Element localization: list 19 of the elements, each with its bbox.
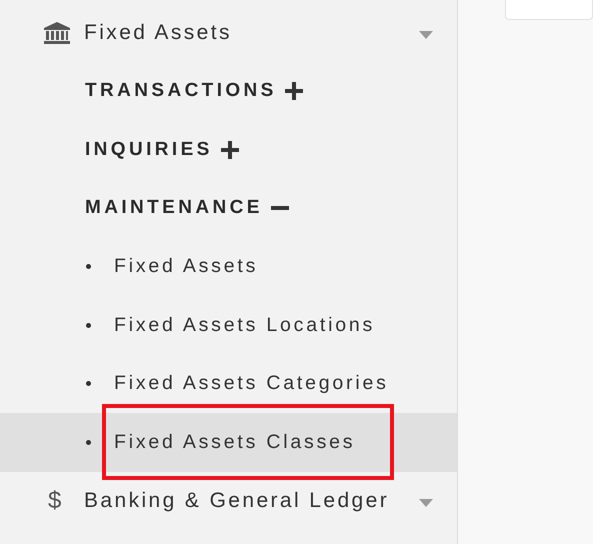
section-toggle[interactable]: MAINTENANCE <box>0 179 457 238</box>
caret-icon <box>419 498 433 506</box>
submenu-link[interactable]: Fixed Assets Categories <box>114 372 389 396</box>
section-toggle[interactable]: INQUIRIES <box>0 120 457 179</box>
menu-item[interactable]: Fixed Assets <box>0 4 457 62</box>
bullet-icon <box>86 440 91 445</box>
plus-icon <box>220 140 239 159</box>
plus-icon <box>284 82 303 100</box>
submenu-link[interactable]: Fixed Assets Locations <box>114 314 376 337</box>
bullet-icon <box>86 381 91 386</box>
bullet-icon <box>86 322 91 328</box>
menu-item[interactable]: $ Banking & General Ledger <box>0 472 457 530</box>
bullet-icon <box>86 264 91 270</box>
section-toggle[interactable]: TRANSACTIONS <box>0 62 457 120</box>
caret-icon <box>419 31 433 39</box>
submenu-link[interactable]: Fixed Assets <box>114 255 258 278</box>
dollar-icon: $ <box>44 486 64 514</box>
bank-icon <box>44 22 70 44</box>
minus-icon <box>270 206 289 210</box>
